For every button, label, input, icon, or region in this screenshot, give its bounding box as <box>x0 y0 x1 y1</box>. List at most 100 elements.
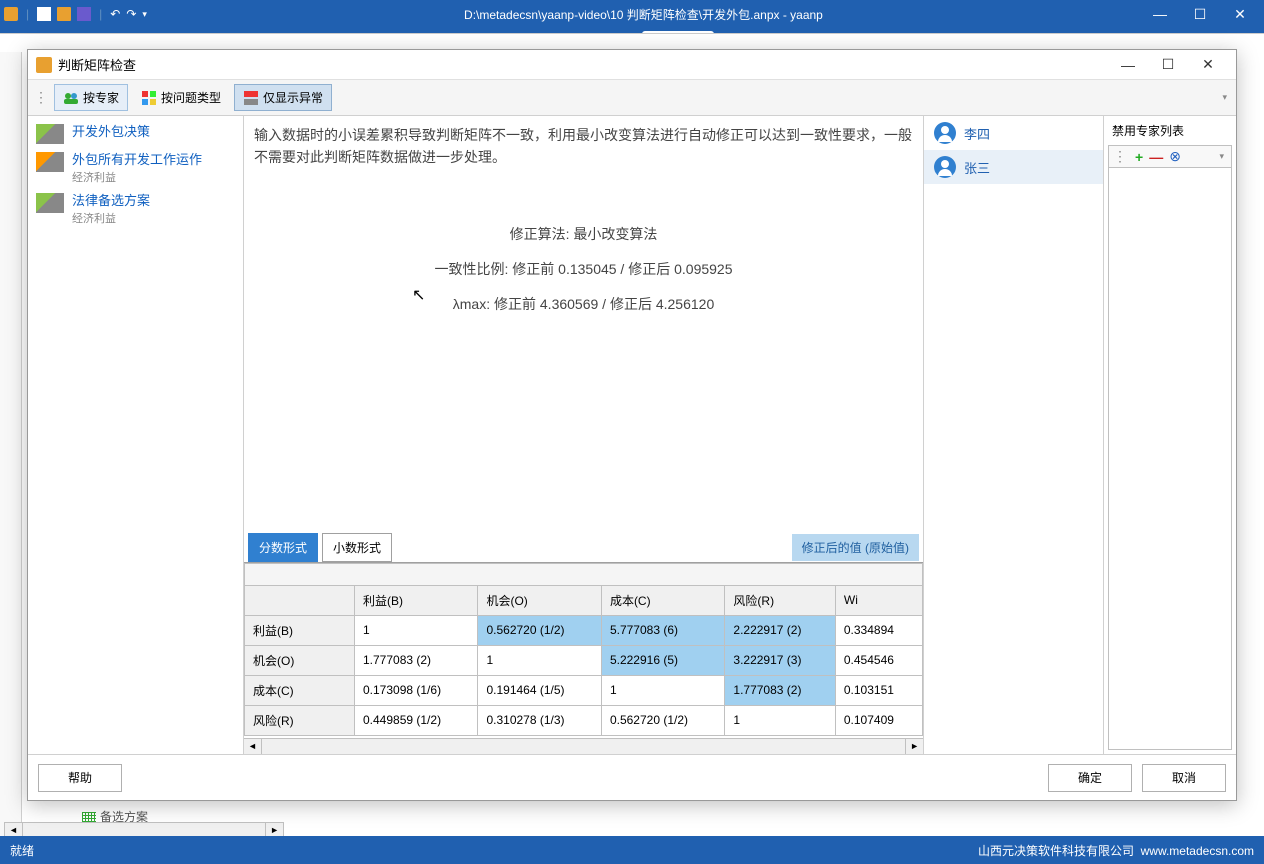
table-cell[interactable]: 2.222917 (2) <box>725 615 835 645</box>
dialog-toolbar: ⋮ 按专家 按问题类型 仅显示异常 ▾ <box>28 80 1236 116</box>
metrics: 修正算法: 最小改变算法 一致性比例: 修正前 0.135045 / 修正后 0… <box>244 177 923 342</box>
avatar-icon <box>934 156 956 178</box>
main-titlebar: | | ↶ ↷ ▾ D:\metadecsn\yaanp-video\10 判断… <box>0 0 1264 28</box>
dialog-minimize-button[interactable]: — <box>1108 51 1148 79</box>
by-expert-button[interactable]: 按专家 <box>54 84 128 111</box>
status-url[interactable]: www.metadecsn.com <box>1141 844 1254 858</box>
expert-item[interactable]: 张三 <box>924 150 1103 184</box>
table-cell[interactable]: 0.173098 (1/6) <box>355 675 478 705</box>
disabled-experts-list[interactable] <box>1108 168 1232 750</box>
table-row: 成本(C)0.173098 (1/6)0.191464 (1/5)11.7770… <box>245 675 923 705</box>
matrix-icon <box>36 193 64 213</box>
clear-icon[interactable]: ⊗ <box>1169 148 1181 165</box>
close-button[interactable]: ✕ <box>1220 0 1260 28</box>
table-header: 风险(R) <box>725 585 835 615</box>
table-cell[interactable]: 1 <box>478 645 601 675</box>
quick-access-toolbar: | | ↶ ↷ ▾ <box>4 7 147 21</box>
ok-button[interactable]: 确定 <box>1048 764 1132 792</box>
people-icon <box>63 90 79 106</box>
check-matrix-dialog: 判断矩阵检查 — ☐ ✕ ⋮ 按专家 按问题类型 仅显示异常 ▾ 开发外包决策 <box>27 49 1237 801</box>
open-icon[interactable] <box>57 7 71 21</box>
dialog-maximize-button[interactable]: ☐ <box>1148 51 1188 79</box>
center-panel: 输入数据时的小误差累积导致判断矩阵不一致，利用最小改变算法进行自动修正可以达到一… <box>244 116 924 754</box>
table-header: 机会(O) <box>478 585 601 615</box>
table-header: Wi <box>835 585 922 615</box>
dialog-close-button[interactable]: ✕ <box>1188 51 1228 79</box>
dialog-icon <box>36 57 52 73</box>
table-header <box>245 585 355 615</box>
tab-fraction[interactable]: 分数形式 <box>248 533 318 562</box>
tree-item[interactable]: 法律备选方案经济利益 <box>28 189 243 230</box>
table-cell[interactable]: 1 <box>601 675 724 705</box>
dialog-footer: 帮助 确定 取消 <box>28 754 1236 800</box>
toolbar-overflow-icon[interactable]: ▾ <box>1219 89 1230 106</box>
dialog-titlebar: 判断矩阵检查 — ☐ ✕ <box>28 50 1236 80</box>
row-label: 利益(B) <box>245 615 355 645</box>
row-label: 成本(C) <box>245 675 355 705</box>
status-bar: 就绪 山西元决策软件科技有限公司 www.metadecsn.com <box>0 836 1264 864</box>
matrix-icon <box>36 124 64 144</box>
display-tabs: 分数形式 小数形式 修正后的值 (原始值) <box>244 533 923 562</box>
table-cell[interactable]: 1.777083 (2) <box>725 675 835 705</box>
table-row: 风险(R)0.449859 (1/2)0.310278 (1/3)0.56272… <box>245 705 923 735</box>
show-abnormal-button[interactable]: 仅显示异常 <box>234 84 332 111</box>
table-row: 利益(B)10.562720 (1/2)5.777083 (6)2.222917… <box>245 615 923 645</box>
maximize-button[interactable]: ☐ <box>1180 0 1220 28</box>
help-button[interactable]: 帮助 <box>38 764 122 792</box>
app-icon <box>4 7 18 21</box>
grid-icon <box>141 90 157 106</box>
table-cell[interactable]: 0.103151 <box>835 675 922 705</box>
table-cell[interactable]: 3.222917 (3) <box>725 645 835 675</box>
add-icon[interactable]: + <box>1135 149 1143 165</box>
expert-item[interactable]: 李四 <box>924 116 1103 150</box>
undo-icon[interactable]: ↶ <box>110 7 120 21</box>
disabled-experts-toolbar: ⋮ + — ⊗ ▾ <box>1108 145 1232 168</box>
table-cell[interactable]: 0.107409 <box>835 705 922 735</box>
table-cell[interactable]: 5.222916 (5) <box>601 645 724 675</box>
table-cell[interactable]: 1 <box>725 705 835 735</box>
save-icon[interactable] <box>77 7 91 21</box>
dialog-title: 判断矩阵检查 <box>58 55 1108 74</box>
filter-icon <box>243 90 259 106</box>
avatar-icon <box>934 122 956 144</box>
tree-panel: 开发外包决策 外包所有开发工作运作经济利益 法律备选方案经济利益 <box>28 116 244 754</box>
disabled-experts-title: 禁用专家列表 <box>1108 120 1232 145</box>
redo-icon[interactable]: ↷ <box>126 7 136 21</box>
cancel-button[interactable]: 取消 <box>1142 764 1226 792</box>
toolbar-grip: ⋮ <box>1113 148 1125 165</box>
table-cell[interactable]: 1.777083 (2) <box>355 645 478 675</box>
table-cell[interactable]: 0.454546 <box>835 645 922 675</box>
table-cell[interactable]: 0.562720 (1/2) <box>478 615 601 645</box>
experts-panel: 李四 张三 <box>924 116 1104 754</box>
by-type-button[interactable]: 按问题类型 <box>132 84 230 111</box>
table-cell[interactable]: 0.562720 (1/2) <box>601 705 724 735</box>
matrix-table: 利益(B)机会(O)成本(C)风险(R)Wi 利益(B)10.562720 (1… <box>244 563 923 736</box>
info-text: 输入数据时的小误差累积导致判断矩阵不一致，利用最小改变算法进行自动修正可以达到一… <box>244 116 923 177</box>
new-icon[interactable] <box>37 7 51 21</box>
toolbar-grip: ⋮ <box>34 89 46 106</box>
tree-item[interactable]: 外包所有开发工作运作经济利益 <box>28 148 243 189</box>
table-header: 成本(C) <box>601 585 724 615</box>
corrected-value-label: 修正后的值 (原始值) <box>792 534 919 561</box>
table-row: 机会(O)1.777083 (2)15.222916 (5)3.222917 (… <box>245 645 923 675</box>
tab-decimal[interactable]: 小数形式 <box>322 533 392 562</box>
table-cell[interactable]: 0.334894 <box>835 615 922 645</box>
matrix-table-wrap: 利益(B)机会(O)成本(C)风险(R)Wi 利益(B)10.562720 (1… <box>244 562 923 754</box>
tree-item[interactable]: 开发外包决策 <box>28 120 243 148</box>
minimize-button[interactable]: — <box>1140 0 1180 28</box>
table-cell[interactable]: 1 <box>355 615 478 645</box>
table-cell[interactable]: 0.191464 (1/5) <box>478 675 601 705</box>
table-cell[interactable]: 5.777083 (6) <box>601 615 724 645</box>
row-label: 风险(R) <box>245 705 355 735</box>
matrix-hscroll[interactable] <box>244 738 923 754</box>
toolbar-overflow-icon[interactable]: ▾ <box>1216 148 1227 165</box>
table-cell[interactable]: 0.449859 (1/2) <box>355 705 478 735</box>
status-ready: 就绪 <box>10 842 34 859</box>
matrix-icon <box>36 152 64 172</box>
remove-icon[interactable]: — <box>1149 149 1163 165</box>
table-header: 利益(B) <box>355 585 478 615</box>
window-title: D:\metadecsn\yaanp-video\10 判断矩阵检查\开发外包.… <box>147 6 1140 23</box>
row-label: 机会(O) <box>245 645 355 675</box>
disabled-experts-panel: 禁用专家列表 ⋮ + — ⊗ ▾ <box>1104 116 1236 754</box>
table-cell[interactable]: 0.310278 (1/3) <box>478 705 601 735</box>
